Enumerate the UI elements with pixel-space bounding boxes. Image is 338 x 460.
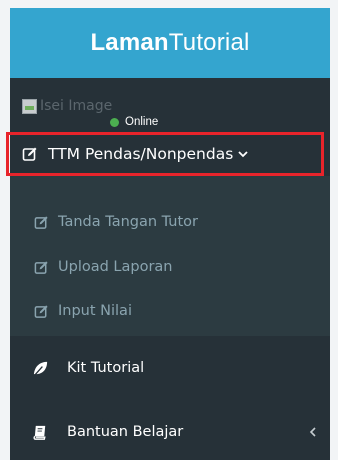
brand-bold: Laman bbox=[90, 29, 169, 56]
submenu-item-tanda-tangan[interactable]: Tanda Tangan Tutor bbox=[34, 214, 198, 230]
edit-icon bbox=[34, 215, 48, 229]
app-logo[interactable]: Laman Tutorial bbox=[10, 8, 330, 78]
broken-image-icon bbox=[22, 98, 37, 114]
edit-icon bbox=[34, 304, 48, 318]
online-status: Online bbox=[110, 116, 158, 128]
sidebar-item-ttm-pendas[interactable]: TTM Pendas/Nonpendas bbox=[6, 132, 324, 176]
submenu: Tanda Tangan Tutor Upload Laporan Input … bbox=[10, 176, 330, 336]
chevron-left-icon bbox=[309, 427, 316, 437]
sidebar-item-label: Kit Tutorial bbox=[67, 360, 145, 376]
submenu-item-label: Tanda Tangan Tutor bbox=[58, 214, 199, 230]
user-panel: Isei Image Online bbox=[10, 78, 330, 132]
brand-light: Tutorial bbox=[168, 29, 250, 56]
user-image: Isei Image bbox=[22, 98, 112, 114]
submenu-item-label: Input Nilai bbox=[58, 303, 132, 319]
online-dot-icon bbox=[110, 117, 119, 127]
submenu-item-label: Upload Laporan bbox=[58, 259, 173, 275]
sidebar-item-label: Bantuan Belajar bbox=[67, 424, 184, 440]
online-label: Online bbox=[125, 116, 159, 128]
edit-icon bbox=[34, 260, 48, 274]
user-image-alt: Isei Image bbox=[40, 98, 113, 114]
sidebar-item-label: TTM Pendas/Nonpendas bbox=[48, 145, 234, 163]
submenu-item-upload-laporan[interactable]: Upload Laporan bbox=[34, 259, 173, 275]
chevron-down-icon bbox=[238, 151, 248, 158]
book-icon bbox=[33, 425, 46, 440]
submenu-item-input-nilai[interactable]: Input Nilai bbox=[34, 303, 132, 319]
sidebar-item-kit-tutorial[interactable]: Kit Tutorial bbox=[10, 346, 330, 390]
edit-icon bbox=[22, 147, 37, 161]
leaf-icon bbox=[33, 361, 48, 376]
sidebar-item-bantuan-belajar[interactable]: Bantuan Belajar bbox=[10, 410, 330, 454]
